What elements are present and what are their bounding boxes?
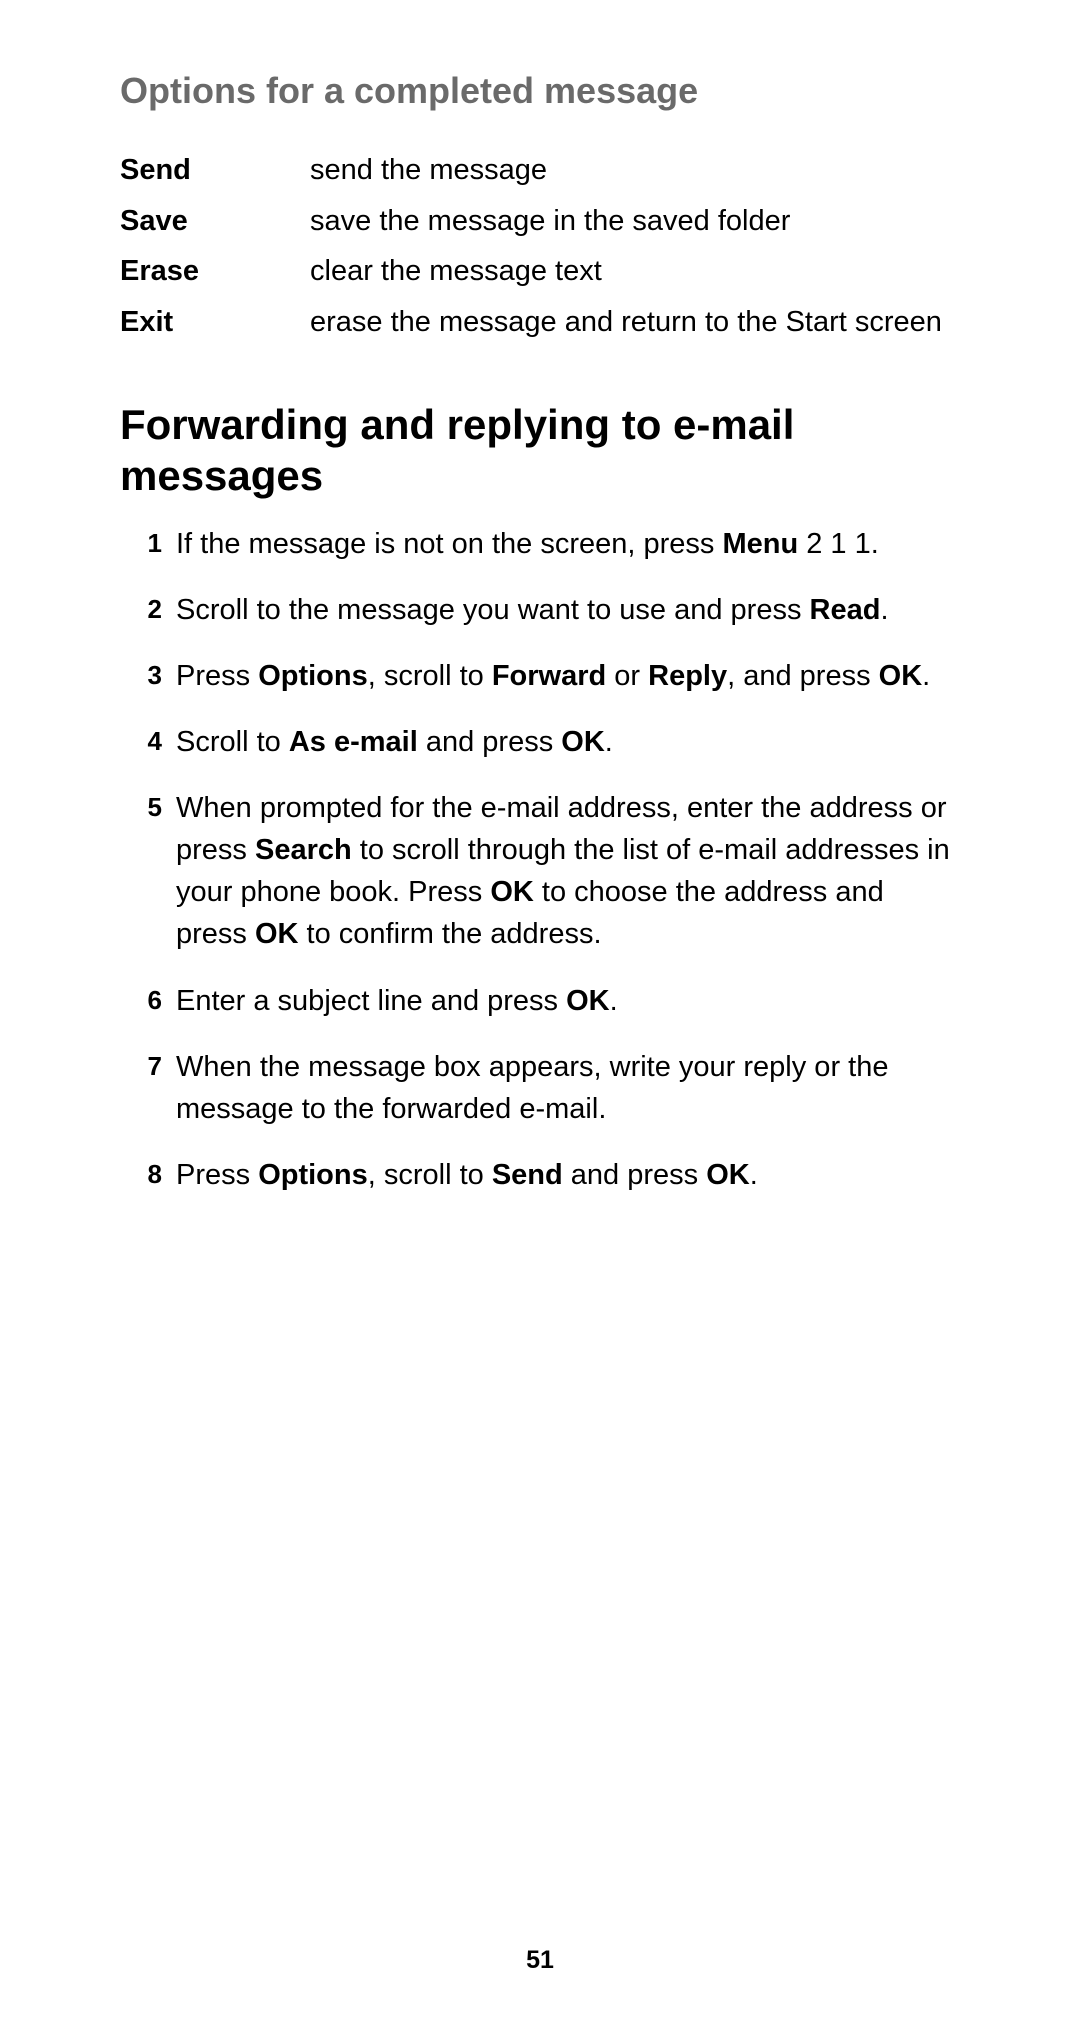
options-table: Send send the message Save save the mess… (120, 150, 960, 342)
options-term: Send (120, 150, 310, 191)
options-row: Erase clear the message text (120, 251, 960, 292)
step-number: 7 (120, 1046, 176, 1086)
options-desc: save the message in the saved folder (310, 201, 960, 242)
step-text: Press Options, scroll to Forward or Repl… (176, 655, 960, 697)
step-text: Scroll to As e-mail and press OK. (176, 721, 960, 763)
step-item: 3 Press Options, scroll to Forward or Re… (120, 655, 960, 697)
step-number: 3 (120, 655, 176, 695)
step-number: 8 (120, 1154, 176, 1194)
step-item: 7 When the message box appears, write yo… (120, 1046, 960, 1130)
options-row: Exit erase the message and return to the… (120, 302, 960, 343)
options-desc: clear the message text (310, 251, 960, 292)
options-subheading: Options for a completed message (120, 70, 960, 112)
main-heading: Forwarding and replying to e-mail messag… (120, 400, 960, 501)
step-number: 2 (120, 589, 176, 629)
options-desc: erase the message and return to the Star… (310, 302, 960, 343)
step-text: Enter a subject line and press OK. (176, 980, 960, 1022)
step-number: 4 (120, 721, 176, 761)
options-term: Save (120, 201, 310, 242)
step-number: 1 (120, 523, 176, 563)
step-item: 8 Press Options, scroll to Send and pres… (120, 1154, 960, 1196)
manual-page: Options for a completed message Send sen… (0, 0, 1080, 2039)
step-text: When the message box appears, write your… (176, 1046, 960, 1130)
step-item: 5 When prompted for the e-mail address, … (120, 787, 960, 955)
options-row: Send send the message (120, 150, 960, 191)
page-number: 51 (0, 1946, 1080, 1975)
step-number: 5 (120, 787, 176, 827)
step-text: Press Options, scroll to Send and press … (176, 1154, 960, 1196)
options-row: Save save the message in the saved folde… (120, 201, 960, 242)
step-number: 6 (120, 980, 176, 1020)
steps-list: 1 If the message is not on the screen, p… (120, 523, 960, 1196)
step-text: If the message is not on the screen, pre… (176, 523, 960, 565)
options-desc: send the message (310, 150, 960, 191)
step-item: 1 If the message is not on the screen, p… (120, 523, 960, 565)
options-term: Erase (120, 251, 310, 292)
step-item: 6 Enter a subject line and press OK. (120, 980, 960, 1022)
step-text: Scroll to the message you want to use an… (176, 589, 960, 631)
step-item: 4 Scroll to As e-mail and press OK. (120, 721, 960, 763)
options-term: Exit (120, 302, 310, 343)
step-item: 2 Scroll to the message you want to use … (120, 589, 960, 631)
step-text: When prompted for the e-mail address, en… (176, 787, 960, 955)
